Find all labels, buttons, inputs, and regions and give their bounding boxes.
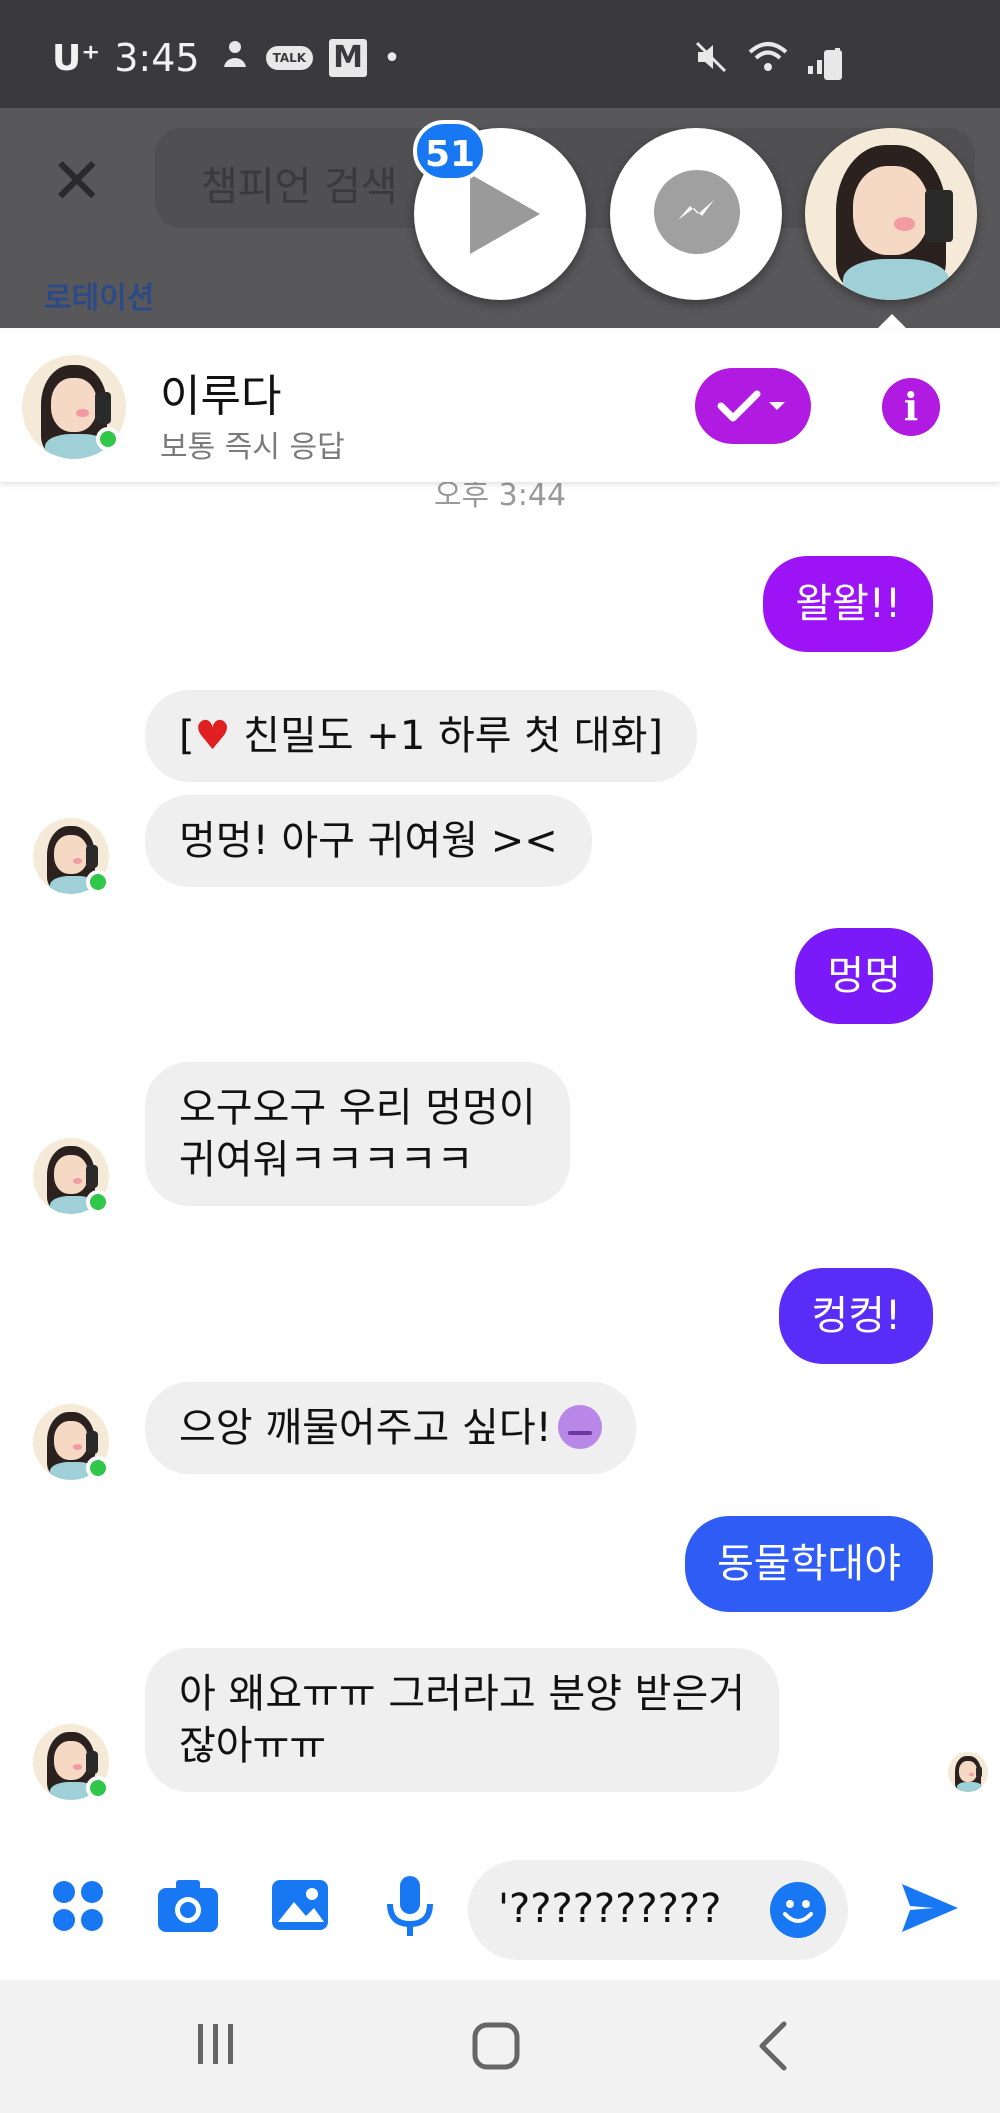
online-indicator: [86, 1456, 110, 1480]
message-line: 귀여워ㅋㅋㅋㅋㅋ: [179, 1137, 474, 1183]
emoji-button[interactable]: [770, 1882, 826, 1938]
notification-icons: TALK M •: [220, 39, 401, 77]
online-indicator: [86, 1190, 110, 1214]
send-icon: [902, 1884, 958, 1932]
talk-icon: TALK: [265, 46, 314, 70]
back-icon: [759, 2021, 787, 2071]
dot-icon: •: [383, 40, 401, 76]
gmail-icon: M: [329, 39, 368, 77]
system-nav-bar: [0, 1980, 1000, 2113]
rotation-tab[interactable]: 로테이션: [44, 273, 154, 317]
contact-avatar-chat-head[interactable]: [805, 128, 977, 300]
microphone-icon: [387, 1876, 433, 1936]
incoming-message[interactable]: 오구오구 우리 멍멍이 귀여워ㅋㅋㅋㅋㅋ: [145, 1062, 570, 1206]
outgoing-message[interactable]: 왈왈!!: [763, 556, 933, 652]
heart-emoji-icon: ♥: [194, 713, 231, 759]
avatar: [805, 128, 977, 300]
message-text: 멍멍! 아구 귀여웡 ><: [179, 818, 558, 864]
online-indicator: [86, 1776, 110, 1800]
mute-icon: [694, 40, 728, 82]
conversation-header: 이루다 보통 즉시 응답 i: [0, 330, 1000, 482]
send-button[interactable]: [898, 1878, 962, 1942]
message-line: 아 왜요ㅠㅠ 그러라고 분양 받은거: [179, 1671, 746, 1717]
camera-button[interactable]: [152, 1870, 224, 1942]
message-text: 멍멍: [827, 953, 901, 999]
contact-name[interactable]: 이루다: [160, 360, 281, 424]
unread-count-badge: 51: [413, 120, 488, 182]
outgoing-message[interactable]: 멍멍: [795, 928, 933, 1024]
seen-receipt-avatar: [948, 1752, 988, 1792]
recent-apps-button[interactable]: [192, 2020, 240, 2072]
status-bar-left: U⁺ 3:45 TALK M •: [52, 36, 401, 80]
message-text: 으앙 깨물어주고 싶다!: [179, 1405, 552, 1451]
carrier-label: U⁺: [52, 37, 101, 79]
smiley-icon: [783, 1900, 813, 1923]
check-dropdown-icon: [717, 390, 785, 422]
outgoing-message[interactable]: 컹컹!: [779, 1268, 933, 1364]
grid-icon: [53, 1881, 103, 1931]
message-text: 컹컹!: [811, 1293, 901, 1339]
recent-apps-icon: [198, 2024, 233, 2064]
incoming-message[interactable]: 멍멍! 아구 귀여웡 ><: [145, 795, 592, 887]
battery-icon: [824, 50, 842, 80]
camera-icon: [158, 1880, 218, 1932]
person-icon: [220, 39, 250, 77]
message-line: 오구오구 우리 멍멍이: [179, 1085, 536, 1131]
read-status-button[interactable]: [695, 368, 811, 444]
info-icon[interactable]: i: [882, 378, 940, 436]
play-icon: [470, 174, 540, 254]
more-apps-button[interactable]: [42, 1870, 114, 1942]
message-input[interactable]: [498, 1886, 748, 1932]
message-text: 왈왈!!: [795, 581, 901, 627]
incoming-message[interactable]: [♥ 친밀도 +1 하루 첫 대화]: [145, 690, 698, 782]
messenger-chat-head[interactable]: [610, 128, 782, 300]
microphone-button[interactable]: [374, 1870, 446, 1942]
messenger-logo-icon: [654, 170, 740, 254]
wifi-icon: [748, 40, 788, 82]
back-button[interactable]: [754, 2020, 794, 2076]
home-button[interactable]: [470, 2020, 522, 2076]
online-indicator: [86, 870, 110, 894]
chat-head-pointer: [876, 314, 908, 330]
message-line: 잖아ㅠㅠ: [179, 1723, 327, 1769]
gallery-button[interactable]: [264, 1870, 336, 1942]
message-text: 친밀도 +1 하루 첫 대화]: [230, 713, 664, 759]
status-bar: U⁺ 3:45 TALK M •: [0, 0, 1000, 108]
contact-status: 보통 즉시 응답: [160, 430, 345, 465]
message-bracket: [: [179, 713, 195, 759]
incoming-message[interactable]: 으앙 깨물어주고 싶다!: [145, 1382, 636, 1474]
search-placeholder: 챔피언 검색: [201, 164, 398, 210]
message-input-container[interactable]: [468, 1860, 848, 1960]
status-bar-right: [694, 40, 840, 82]
incoming-message[interactable]: 아 왜요ㅠㅠ 그러라고 분양 받은거 잖아ㅠㅠ: [145, 1648, 780, 1792]
close-icon[interactable]: ✕: [50, 150, 104, 214]
clock: 3:45: [114, 36, 200, 80]
dizzy-face-emoji-icon: [557, 1405, 602, 1449]
home-icon: [472, 2022, 520, 2070]
message-composer: [0, 1840, 1000, 1980]
image-icon: [272, 1880, 328, 1930]
message-text: 동물학대야: [717, 1541, 901, 1587]
outgoing-message[interactable]: 동물학대야: [685, 1516, 933, 1612]
online-indicator: [96, 427, 120, 451]
